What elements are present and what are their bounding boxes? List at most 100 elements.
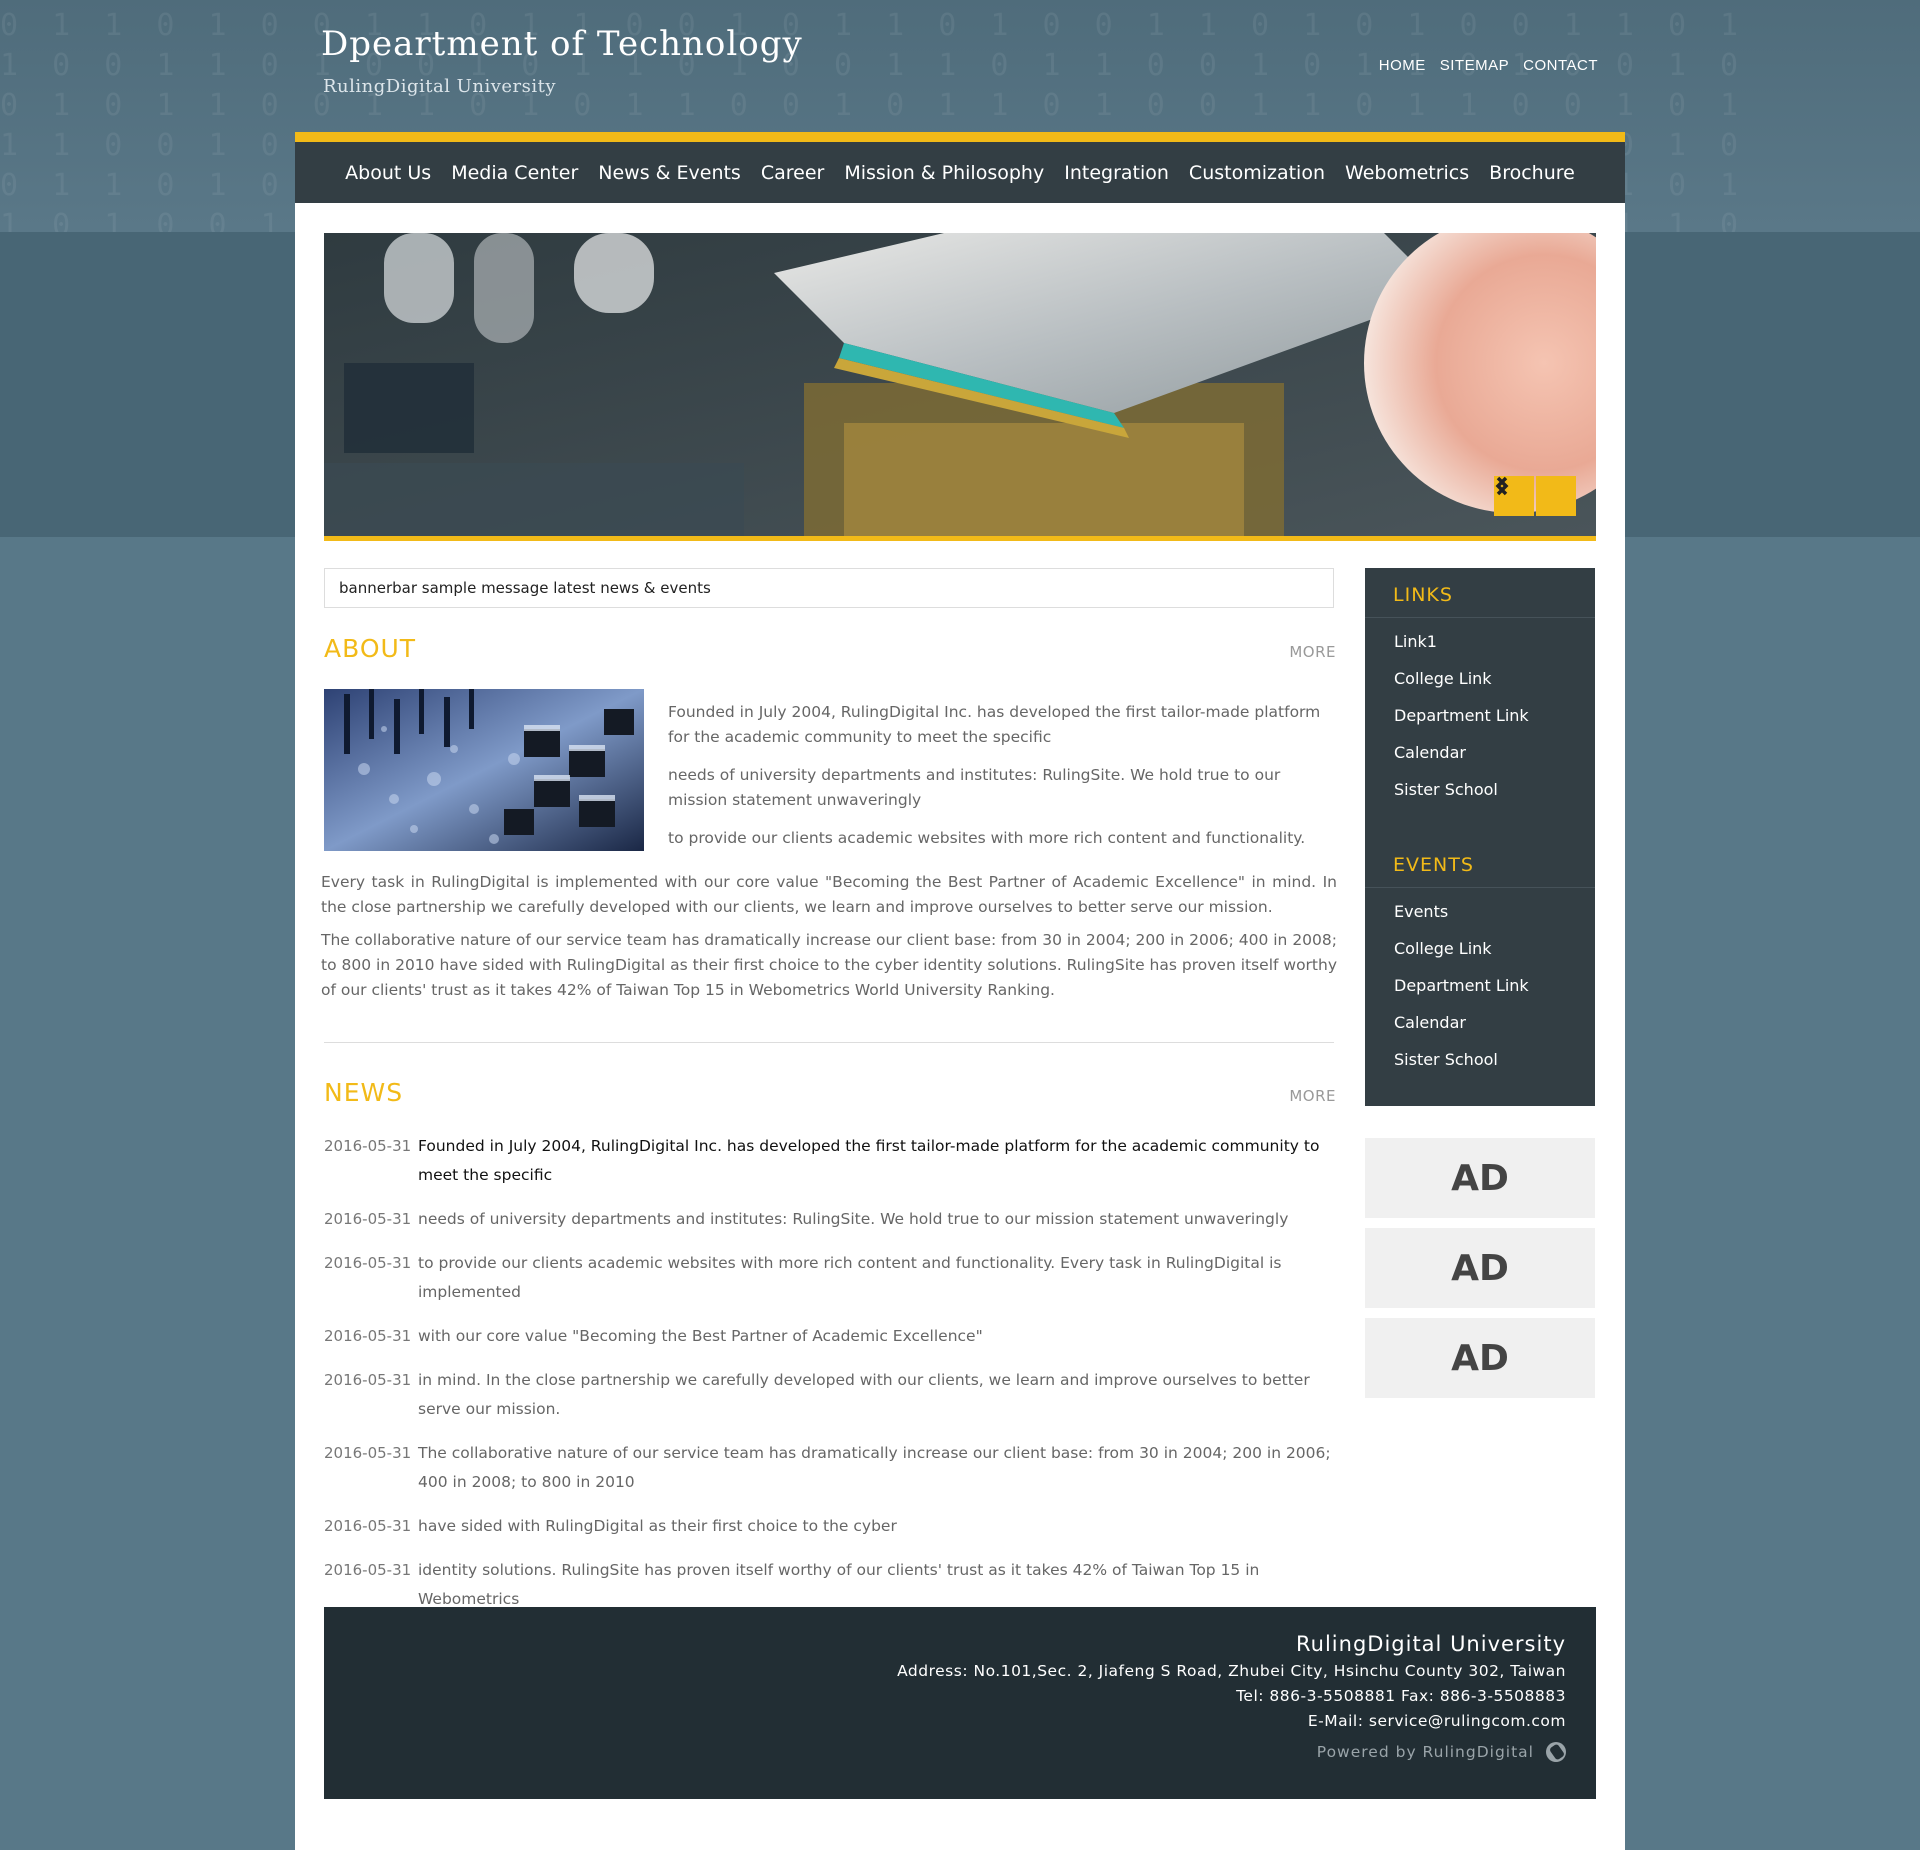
sidebar-link-link1[interactable]: Link1: [1394, 632, 1437, 651]
nav-item-about-us[interactable]: About Us: [345, 162, 431, 184]
about-image: [324, 689, 644, 851]
about-side-text: Founded in July 2004, RulingDigital Inc.…: [668, 700, 1338, 864]
links-item: Department Link: [1394, 704, 1529, 741]
news-title: NEWS: [324, 1078, 404, 1107]
powered-by-link[interactable]: Powered by RulingDigital: [1317, 1743, 1534, 1761]
about-header: ABOUT MORE: [324, 634, 1336, 663]
news-date: 2016-05-31: [324, 1444, 412, 1462]
banner-slider[interactable]: [324, 233, 1596, 541]
news-header: NEWS MORE: [324, 1078, 1336, 1107]
circuit-board-image: [324, 689, 644, 851]
footer: RulingDigital University Address: No.101…: [324, 1607, 1596, 1799]
news-link[interactable]: The collaborative nature of our service …: [418, 1439, 1336, 1497]
events-list: Events College Link Department Link Cale…: [1394, 900, 1529, 1085]
events-item: Department Link: [1394, 974, 1529, 1011]
ad-banner[interactable]: AD: [1365, 1228, 1595, 1308]
nav-item-mission-philosophy[interactable]: Mission & Philosophy: [844, 162, 1044, 184]
site-subtitle: RulingDigital University: [323, 76, 557, 97]
sidebar-event-events[interactable]: Events: [1394, 902, 1448, 921]
news-item: 2016-05-31 The collaborative nature of o…: [324, 1439, 1336, 1497]
sidebar-link-calendar[interactable]: Calendar: [1394, 743, 1466, 762]
news-item: 2016-05-31 Founded in July 2004, RulingD…: [324, 1132, 1336, 1190]
events-item: College Link: [1394, 937, 1529, 974]
slider-controls: [1494, 476, 1576, 516]
sidebar-event-department[interactable]: Department Link: [1394, 976, 1529, 995]
slider-next-button[interactable]: [1496, 476, 1576, 516]
sidebar-event-sister-school[interactable]: Sister School: [1394, 1050, 1498, 1069]
links-item: Calendar: [1394, 741, 1529, 778]
footer-address: Address: No.101,Sec. 2, Jiafeng S Road, …: [897, 1662, 1566, 1680]
nav-item-news-events[interactable]: News & Events: [598, 162, 741, 184]
footer-university-name: RulingDigital University: [1296, 1632, 1566, 1656]
news-item: 2016-05-31 to provide our clients academ…: [324, 1249, 1336, 1307]
top-links: HOME SITEMAP CONTACT: [1379, 57, 1598, 74]
news-link[interactable]: Founded in July 2004, RulingDigital Inc.…: [418, 1132, 1336, 1190]
news-item: 2016-05-31 have sided with RulingDigital…: [324, 1512, 1336, 1541]
news-date: 2016-05-31: [324, 1327, 412, 1345]
news-list: 2016-05-31 Founded in July 2004, RulingD…: [324, 1132, 1336, 1629]
events-title: EVENTS: [1393, 854, 1474, 876]
sidebar-link-department[interactable]: Department Link: [1394, 706, 1529, 725]
links-item: Link1: [1394, 630, 1529, 667]
main-container: About Us Media Center News & Events Care…: [295, 132, 1625, 1850]
news-date: 2016-05-31: [324, 1137, 412, 1155]
news-date: 2016-05-31: [324, 1517, 412, 1535]
sidebar-link-sister-school[interactable]: Sister School: [1394, 780, 1498, 799]
nav-item-webometrics[interactable]: Webometrics: [1345, 162, 1469, 184]
nav-item-media-center[interactable]: Media Center: [451, 162, 578, 184]
news-link[interactable]: with our core value "Becoming the Best P…: [418, 1322, 983, 1351]
about-paragraph: needs of university departments and inst…: [668, 766, 1281, 809]
cpu-chip-image: [324, 233, 1596, 536]
rulingdigital-logo-icon[interactable]: [1546, 1742, 1566, 1762]
news-link[interactable]: to provide our clients academic websites…: [418, 1249, 1336, 1307]
news-date: 2016-05-31: [324, 1371, 412, 1389]
bannerbar-message[interactable]: bannerbar sample message latest news & e…: [324, 568, 1334, 608]
sidebar-event-calendar[interactable]: Calendar: [1394, 1013, 1466, 1032]
sidebar: LINKS Link1 College Link Department Link…: [1365, 568, 1595, 1106]
news-item: 2016-05-31 with our core value "Becoming…: [324, 1322, 1336, 1351]
news-item: 2016-05-31 identity solutions. RulingSit…: [324, 1556, 1336, 1614]
site-title[interactable]: Dpeartment of Technology: [321, 24, 803, 64]
news-more-link[interactable]: MORE: [1289, 1087, 1336, 1105]
news-link[interactable]: have sided with RulingDigital as their f…: [418, 1512, 897, 1541]
about-more-link[interactable]: MORE: [1289, 643, 1336, 661]
about-paragraph: Founded in July 2004, RulingDigital Inc.…: [668, 703, 1321, 746]
chevron-right-icon: [1496, 476, 1509, 496]
links-item: College Link: [1394, 667, 1529, 704]
top-link-contact[interactable]: CONTACT: [1523, 57, 1598, 74]
top-link-home[interactable]: HOME: [1379, 57, 1426, 74]
news-link[interactable]: in mind. In the close partnership we car…: [418, 1366, 1336, 1424]
events-item: Calendar: [1394, 1011, 1529, 1048]
news-item: 2016-05-31 in mind. In the close partner…: [324, 1366, 1336, 1424]
news-date: 2016-05-31: [324, 1254, 412, 1272]
footer-tel-fax: Tel: 886-3-5508881 Fax: 886-3-5508883: [1236, 1687, 1566, 1705]
about-paragraph: The collaborative nature of our service …: [321, 931, 1337, 999]
main-nav: About Us Media Center News & Events Care…: [295, 132, 1625, 203]
about-title: ABOUT: [324, 634, 417, 663]
top-link-sitemap[interactable]: SITEMAP: [1440, 57, 1509, 74]
news-link[interactable]: identity solutions. RulingSite has prove…: [418, 1556, 1336, 1614]
news-date: 2016-05-31: [324, 1561, 412, 1579]
sidebar-event-college[interactable]: College Link: [1394, 939, 1492, 958]
nav-item-career[interactable]: Career: [761, 162, 825, 184]
news-link[interactable]: needs of university departments and inst…: [418, 1205, 1288, 1234]
events-item: Sister School: [1394, 1048, 1529, 1085]
nav-item-brochure[interactable]: Brochure: [1489, 162, 1575, 184]
links-item: Sister School: [1394, 778, 1529, 815]
footer-powered-by: Powered by RulingDigital: [324, 1742, 1566, 1762]
ad-banner[interactable]: AD: [1365, 1318, 1595, 1398]
about-paragraph: Every task in RulingDigital is implement…: [321, 873, 1337, 916]
news-date: 2016-05-31: [324, 1210, 412, 1228]
sidebar-link-college[interactable]: College Link: [1394, 669, 1492, 688]
links-list: Link1 College Link Department Link Calen…: [1394, 630, 1529, 815]
news-item: 2016-05-31 needs of university departmen…: [324, 1205, 1336, 1234]
about-paragraph: to provide our clients academic websites…: [668, 829, 1306, 847]
events-divider: [1365, 887, 1595, 888]
events-item: Events: [1394, 900, 1529, 937]
footer-email[interactable]: E-Mail: service@rulingcom.com: [324, 1709, 1566, 1734]
section-divider: [324, 1042, 1334, 1043]
nav-item-integration[interactable]: Integration: [1064, 162, 1169, 184]
nav-item-customization[interactable]: Customization: [1189, 162, 1325, 184]
links-divider: [1365, 617, 1595, 618]
ad-banner[interactable]: AD: [1365, 1138, 1595, 1218]
